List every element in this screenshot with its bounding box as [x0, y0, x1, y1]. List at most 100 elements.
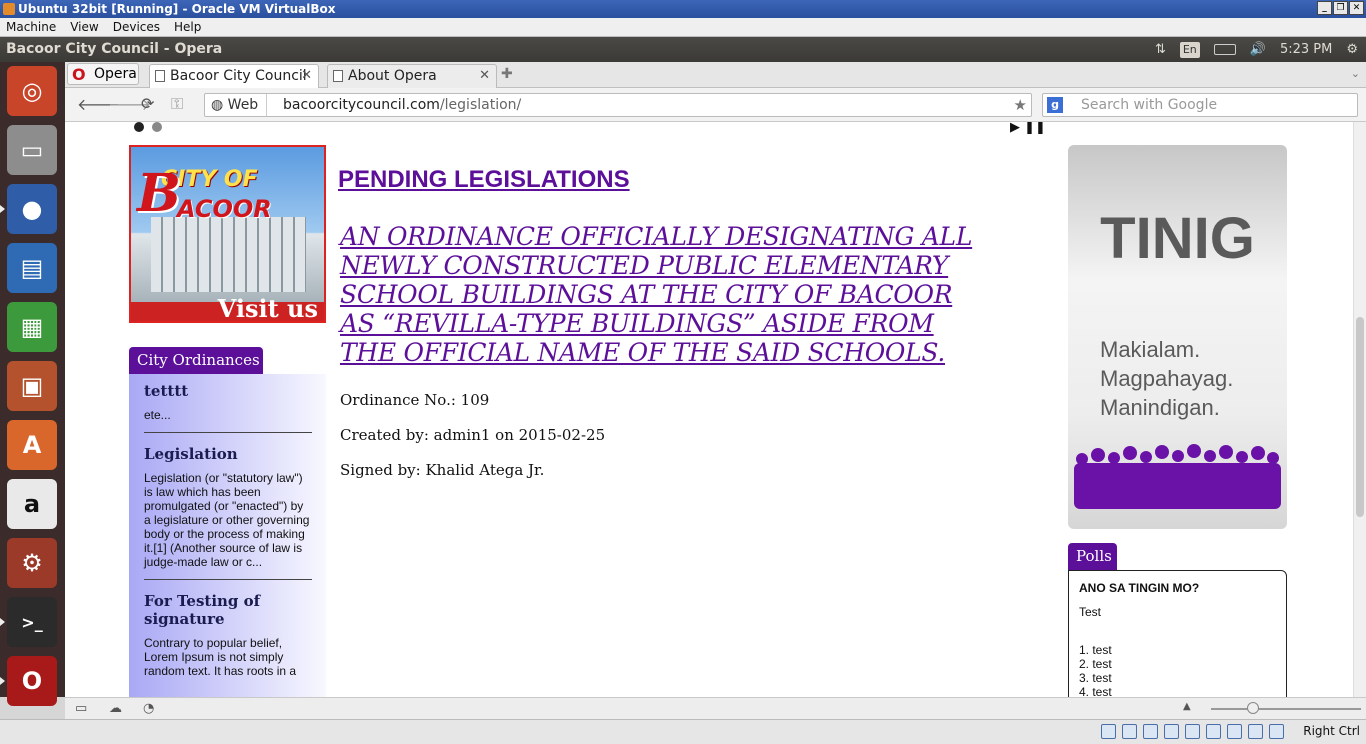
close-button[interactable]: ✕: [1349, 1, 1364, 15]
city-ordinances-list: tetttt ete... Legislation Legislation (o…: [129, 374, 326, 697]
pause-icon[interactable]: ❚❚: [1024, 122, 1046, 135]
tinig-banner[interactable]: TINIG Makialam. Magpahayag. Manindigan.: [1068, 145, 1287, 529]
host-key-label: Right Ctrl: [1303, 724, 1360, 738]
zoom-slider-knob[interactable]: [1247, 702, 1259, 714]
tab-about-opera[interactable]: About Opera ✕: [327, 64, 497, 88]
turbo-icon[interactable]: ◔: [143, 701, 154, 716]
restore-button[interactable]: ❐: [1333, 1, 1348, 15]
tinig-slogan: Makialam. Magpahayag. Manindigan.: [1100, 335, 1233, 422]
tinig-slogan-line-1: Makialam.: [1100, 337, 1201, 362]
files-icon[interactable]: ▭: [7, 125, 57, 175]
menu-view[interactable]: View: [70, 20, 98, 34]
menu-machine[interactable]: Machine: [6, 20, 56, 34]
system-settings-icon[interactable]: ⚙: [7, 538, 57, 588]
impress-icon[interactable]: ▣: [7, 361, 57, 411]
close-tab-icon[interactable]: ✕: [479, 65, 490, 87]
ordinance-item[interactable]: Legislation Legislation (or "statutory l…: [144, 445, 312, 580]
ordinance-item-title[interactable]: For Testing of signature: [144, 592, 312, 628]
firefox-icon[interactable]: ●: [7, 184, 57, 234]
keyboard-layout-indicator[interactable]: En: [1179, 41, 1200, 58]
search-input[interactable]: g Search with Google: [1042, 93, 1358, 117]
ordinance-item[interactable]: tetttt ete...: [144, 382, 312, 433]
zoom-slider[interactable]: [1211, 702, 1361, 714]
optical-drive-icon[interactable]: [1122, 724, 1137, 739]
address-field[interactable]: ◍ Web bacoorcitycouncil.com/legislation/…: [204, 93, 1032, 117]
wand-icon[interactable]: ⚿: [171, 94, 183, 114]
ordinance-item-excerpt: Legislation (or "statutory law") is law …: [144, 471, 310, 569]
city-of-bacoor-logo[interactable]: CITY OF B ACOOR Visit us: [129, 145, 326, 323]
poll-option[interactable]: 3. test: [1079, 671, 1276, 685]
terminal-icon[interactable]: >_: [7, 597, 57, 647]
poll-option[interactable]: 2. test: [1079, 657, 1276, 671]
ubuntu-top-panel: Bacoor City Council - Opera ⇅ En 🔊 5:23 …: [0, 37, 1366, 62]
ordinance-item-title[interactable]: tetttt: [144, 382, 312, 400]
shared-folders-icon[interactable]: [1164, 724, 1179, 739]
software-center-icon[interactable]: A: [7, 420, 57, 470]
virtualbox-status-bar: Right Ctrl: [0, 719, 1366, 744]
minimize-button[interactable]: _: [1317, 1, 1332, 15]
network-adapter-icon[interactable]: [1206, 724, 1221, 739]
tab-label: Bacoor City Council: [170, 68, 307, 84]
ordinance-title-link[interactable]: AN ORDINANCE OFFICIALLY DESIGNATING ALL …: [340, 222, 990, 367]
ordinance-item-title[interactable]: Legislation: [144, 445, 312, 463]
calc-icon[interactable]: ▦: [7, 302, 57, 352]
panel-toggle-icon[interactable]: ▭: [75, 701, 87, 716]
keyboard-capture-icon[interactable]: [1269, 724, 1284, 739]
reload-icon[interactable]: ⟳: [141, 94, 154, 113]
tab-label: About Opera: [348, 68, 437, 84]
close-tab-icon[interactable]: ✕: [301, 65, 312, 87]
play-icon[interactable]: ▶: [1010, 122, 1020, 135]
ordinance-item[interactable]: For Testing of signature Contrary to pop…: [144, 592, 312, 688]
ordinance-number: Ordinance No.: 109: [340, 391, 490, 409]
virtualbox-menubar: Machine View Devices Help: [0, 18, 1366, 37]
ordinance-item-excerpt: Contrary to popular belief, Lorem Ipsum …: [144, 636, 297, 678]
new-tab-button[interactable]: ✚: [501, 66, 519, 82]
mouse-integration-icon[interactable]: [1248, 724, 1263, 739]
pending-legislations-heading[interactable]: PENDING LEGISLATIONS: [338, 166, 630, 194]
writer-icon[interactable]: ▤: [7, 243, 57, 293]
opera-browser-window: O Opera Bacoor City Council ✕ About Oper…: [65, 62, 1366, 697]
opera-menu-button[interactable]: O Opera: [67, 63, 139, 85]
hard-disk-icon[interactable]: [1101, 724, 1116, 739]
opera-menu-label: Opera: [94, 66, 137, 82]
opera-logo-icon: O: [72, 65, 86, 84]
virtualbox-window-title: Ubuntu 32bit [Running] - Oracle VM Virtu…: [18, 2, 336, 16]
virtualbox-app-icon: [3, 3, 15, 15]
zoom-menu-icon[interactable]: ▲: [1183, 701, 1191, 712]
battery-icon[interactable]: [1213, 44, 1236, 55]
opera-unite-cloud-icon[interactable]: ☁: [109, 701, 122, 716]
page-scrollbar[interactable]: [1353, 122, 1366, 697]
poll-option[interactable]: 4. test: [1079, 685, 1276, 697]
web-page-content: ▶ ❚❚ CITY OF B ACOOR Visit us City Ordin…: [65, 122, 1353, 697]
scrollbar-thumb[interactable]: [1356, 317, 1364, 517]
active-window-title: Bacoor City Council - Opera: [6, 41, 223, 57]
menu-help[interactable]: Help: [174, 20, 201, 34]
poll-option[interactable]: 1. test: [1079, 643, 1276, 657]
display-icon[interactable]: [1185, 724, 1200, 739]
city-ordinances-tab[interactable]: City Ordinances: [129, 347, 263, 374]
slider-dot-1[interactable]: [134, 122, 144, 132]
bookmark-star-icon[interactable]: ★: [1014, 94, 1027, 116]
virtualbox-titlebar: Ubuntu 32bit [Running] - Oracle VM Virtu…: [0, 0, 1366, 18]
amazon-icon[interactable]: a: [7, 479, 57, 529]
volume-icon[interactable]: 🔊: [1250, 37, 1266, 62]
ordinance-signed-by: Signed by: Khalid Atega Jr.: [340, 461, 545, 479]
network-icon[interactable]: ⇅: [1155, 37, 1166, 62]
ubuntu-dash-icon[interactable]: ◎: [7, 66, 57, 116]
url-text[interactable]: bacoorcitycouncil.com/legislation/: [283, 94, 521, 116]
session-gear-icon[interactable]: ⚙: [1346, 37, 1358, 62]
tab-bacoor-city-council[interactable]: Bacoor City Council ✕: [149, 64, 319, 88]
menu-devices[interactable]: Devices: [113, 20, 160, 34]
page-icon: [155, 70, 165, 82]
clock[interactable]: 5:23 PM: [1280, 37, 1332, 62]
web-scheme-label[interactable]: ◍ Web: [211, 94, 268, 116]
polls-tab[interactable]: Polls: [1068, 543, 1117, 570]
opera-icon[interactable]: O: [7, 656, 57, 706]
poll-question: ANO SA TINGIN MO?: [1079, 581, 1200, 595]
tab-menu-chevron-icon[interactable]: ⌄: [1351, 67, 1360, 80]
google-search-engine-icon[interactable]: g: [1047, 97, 1063, 113]
slider-dot-2[interactable]: [152, 122, 162, 132]
usb-icon[interactable]: [1143, 724, 1158, 739]
video-capture-icon[interactable]: [1227, 724, 1242, 739]
city-hall-building-image: [151, 217, 306, 292]
